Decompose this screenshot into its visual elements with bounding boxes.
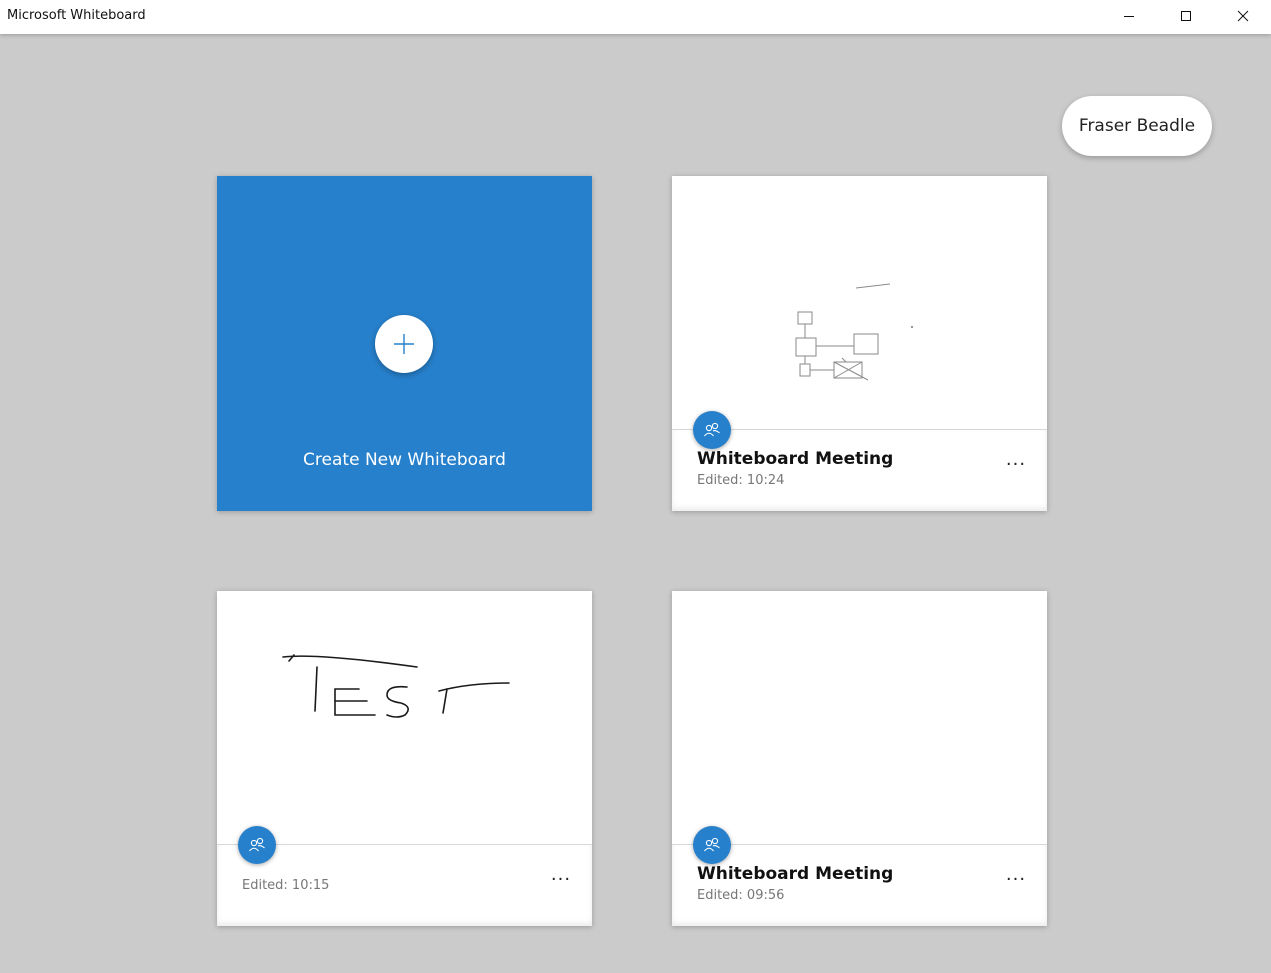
create-new-whiteboard-label: Create New Whiteboard bbox=[303, 450, 506, 470]
shared-badge bbox=[693, 826, 731, 864]
maximize-button[interactable] bbox=[1163, 0, 1209, 32]
create-new-whiteboard-card[interactable]: Create New Whiteboard bbox=[217, 176, 592, 511]
minimize-button[interactable] bbox=[1106, 0, 1152, 32]
more-options-button[interactable]: ··· bbox=[1002, 871, 1030, 895]
plus-icon bbox=[394, 334, 414, 354]
user-account-button[interactable]: Fraser Beadle bbox=[1062, 96, 1212, 156]
whiteboard-title: Whiteboard Meeting bbox=[697, 449, 894, 469]
shared-badge bbox=[238, 826, 276, 864]
whiteboard-sketch-thumbnail bbox=[795, 283, 914, 381]
close-icon bbox=[1237, 10, 1249, 22]
shared-badge bbox=[693, 411, 731, 449]
whiteboard-preview bbox=[217, 591, 592, 844]
more-options-button[interactable]: ··· bbox=[547, 871, 575, 895]
whiteboard-footer: Whiteboard Meeting Edited: 10:24 ··· bbox=[672, 411, 1047, 511]
minimize-icon bbox=[1124, 16, 1134, 17]
more-options-button[interactable]: ··· bbox=[1002, 456, 1030, 480]
title-bar: Microsoft Whiteboard bbox=[0, 0, 1271, 34]
whiteboard-title: Whiteboard Meeting bbox=[697, 864, 894, 884]
whiteboard-sketch-thumbnail bbox=[282, 654, 510, 718]
whiteboard-footer: Whiteboard Meeting Edited: 09:56 ··· bbox=[672, 826, 1047, 926]
maximize-icon bbox=[1181, 11, 1191, 21]
close-button[interactable] bbox=[1220, 0, 1266, 32]
whiteboard-card[interactable]: Whiteboard Meeting Edited: 10:24 ··· bbox=[672, 176, 1047, 511]
whiteboard-preview bbox=[672, 591, 1047, 844]
edited-time: Edited: 10:24 bbox=[697, 473, 785, 488]
people-icon bbox=[249, 837, 265, 852]
people-icon bbox=[704, 837, 720, 852]
edited-time: Edited: 10:15 bbox=[242, 878, 330, 893]
whiteboard-preview bbox=[672, 176, 1047, 429]
whiteboard-card[interactable]: Edited: 10:15 ··· bbox=[217, 591, 592, 926]
add-button[interactable] bbox=[375, 315, 433, 373]
whiteboard-footer: Edited: 10:15 ··· bbox=[217, 826, 592, 926]
whiteboard-card[interactable]: Whiteboard Meeting Edited: 09:56 ··· bbox=[672, 591, 1047, 926]
people-icon bbox=[704, 422, 720, 437]
edited-time: Edited: 09:56 bbox=[697, 888, 785, 903]
app-title: Microsoft Whiteboard bbox=[7, 8, 146, 23]
